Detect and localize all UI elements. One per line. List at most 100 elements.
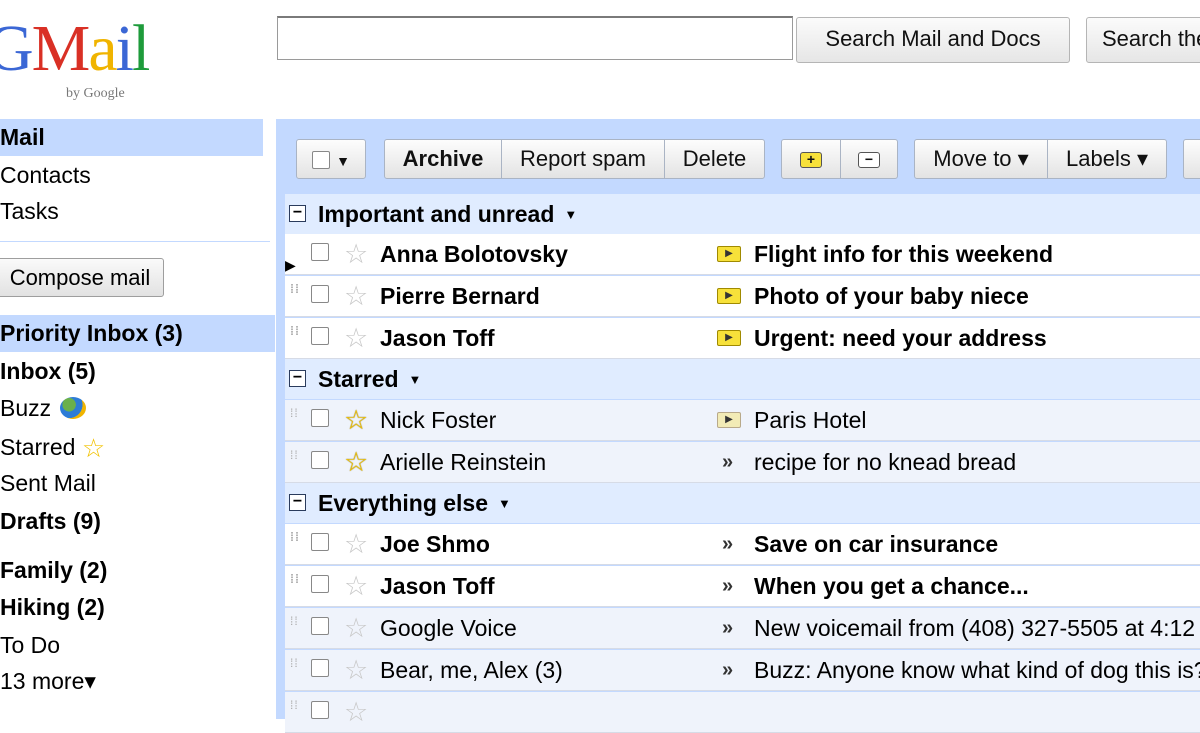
mark-not-important-icon: − — [858, 152, 880, 169]
archive-button[interactable]: Archive — [384, 139, 502, 179]
email-row[interactable]: ▶ ☆ Anna Bolotovsky ▶ Flight info for th… — [285, 234, 1200, 275]
star-icon[interactable]: ☆ — [344, 276, 368, 317]
checkbox-icon[interactable] — [311, 409, 329, 427]
email-row[interactable]: ⁞⁞ ☆ Bear, me, Alex (3) » Buzz: Anyone k… — [285, 650, 1200, 691]
email-row[interactable]: ⁞⁞ ☆ Google Voice » New voicemail from (… — [285, 608, 1200, 649]
drag-handle-icon[interactable]: ⁞⁞ — [290, 699, 299, 711]
nav-buzz[interactable]: Buzz — [0, 395, 86, 422]
labels-button[interactable]: Labels ▾ — [1047, 139, 1167, 179]
email-row[interactable]: ⁞⁞ ☆ Jason Toff ▶ Urgent: need your addr… — [285, 318, 1200, 359]
nav-tasks[interactable]: Tasks — [0, 198, 59, 225]
select-all-dropdown[interactable]: ▼ — [296, 139, 366, 179]
section-important-unread[interactable]: − Important and unread ▼ — [285, 194, 1200, 234]
email-sender: Jason Toff — [380, 325, 495, 351]
search-web-button[interactable]: Search the Web — [1086, 17, 1200, 63]
more-actions-button[interactable] — [1183, 139, 1200, 179]
nav-label-family[interactable]: Family (2) — [0, 557, 107, 584]
chevron-icon[interactable]: » — [722, 524, 733, 565]
drag-handle-icon[interactable]: ⁞⁞ — [290, 325, 300, 337]
section-everything-else[interactable]: − Everything else ▼ — [285, 483, 1200, 523]
mark-important-icon: + — [800, 152, 822, 169]
move-to-button[interactable]: Move to ▾ — [914, 139, 1048, 179]
drag-handle-icon[interactable]: ⁞⁞ — [290, 531, 300, 543]
nav-inbox[interactable]: Inbox (5) — [0, 358, 96, 385]
nav-starred-label: Starred — [0, 434, 76, 460]
mark-important-button[interactable]: + — [781, 139, 841, 179]
search-mail-button[interactable]: Search Mail and Docs — [796, 17, 1070, 63]
checkbox-icon[interactable] — [311, 701, 329, 719]
chevron-down-icon: ▼ — [336, 153, 350, 169]
email-sender: Jason Toff — [380, 573, 495, 599]
star-icon[interactable]: ☆ — [344, 608, 368, 649]
nav-buzz-label: Buzz — [0, 395, 52, 421]
drag-handle-icon[interactable]: ⁞⁞ — [290, 573, 300, 585]
nav-priority-inbox[interactable]: Priority Inbox (3) — [0, 320, 183, 347]
chevron-icon[interactable]: » — [722, 442, 733, 483]
email-subject: When you get a chance... — [754, 573, 1029, 599]
checkbox-icon[interactable] — [311, 575, 329, 593]
important-marker-icon[interactable]: ▶ — [717, 412, 741, 428]
chevron-icon[interactable]: » — [722, 608, 733, 649]
drag-handle-icon[interactable]: ⁞⁞ — [290, 657, 299, 669]
mark-not-important-button[interactable]: − — [840, 139, 898, 179]
checkbox-icon[interactable] — [311, 285, 329, 303]
report-spam-button[interactable]: Report spam — [501, 139, 665, 179]
star-icon[interactable]: ☆ — [344, 566, 368, 607]
drag-handle-icon[interactable]: ⁞⁞ — [290, 407, 299, 419]
nav-label-hiking[interactable]: Hiking (2) — [0, 594, 105, 621]
email-subject: Flight info for this weekend — [754, 241, 1053, 267]
nav-drafts[interactable]: Drafts (9) — [0, 508, 101, 535]
email-row[interactable]: ⁞⁞ ☆ — [285, 692, 1200, 733]
important-marker-icon[interactable]: ▶ — [717, 246, 741, 262]
email-subject: Save on car insurance — [754, 531, 999, 557]
star-icon[interactable]: ☆ — [344, 234, 368, 275]
email-sender: Bear, me, Alex (3) — [380, 657, 563, 683]
drag-handle-icon[interactable]: ⁞⁞ — [290, 283, 300, 295]
checkbox-icon[interactable] — [311, 451, 329, 469]
star-icon[interactable]: ☆ — [344, 318, 368, 359]
nav-label-todo[interactable]: To Do — [0, 632, 60, 659]
chevron-icon[interactable]: » — [722, 650, 733, 691]
email-subject: Paris Hotel — [754, 407, 867, 433]
checkbox-icon[interactable] — [311, 327, 329, 345]
email-sender: Joe Shmo — [380, 531, 490, 557]
drag-handle-icon[interactable]: ⁞⁞ — [290, 615, 299, 627]
checkbox-icon[interactable] — [311, 243, 329, 261]
important-marker-icon[interactable]: ▶ — [717, 288, 741, 304]
email-row[interactable]: ⁞⁞ ☆ Nick Foster ▶ Paris Hotel — [285, 400, 1200, 441]
email-sender: Pierre Bernard — [380, 283, 540, 309]
delete-button[interactable]: Delete — [664, 139, 765, 179]
section-title: Everything else — [318, 490, 489, 516]
email-sender: Arielle Reinstein — [380, 449, 547, 475]
email-row[interactable]: ⁞⁞ ☆ Pierre Bernard ▶ Photo of your baby… — [285, 276, 1200, 317]
checkbox-icon[interactable] — [311, 617, 329, 635]
section-starred[interactable]: − Starred ▼ — [285, 359, 1200, 399]
chevron-icon[interactable]: » — [722, 566, 733, 607]
email-row[interactable]: ⁞⁞ ☆ Joe Shmo » Save on car insurance — [285, 524, 1200, 565]
star-icon[interactable]: ☆ — [344, 400, 368, 441]
email-row[interactable]: ⁞⁞ ☆ Arielle Reinstein » recipe for no k… — [285, 442, 1200, 483]
nav-starred[interactable]: Starred ☆ — [0, 433, 105, 464]
star-icon[interactable]: ☆ — [344, 650, 368, 691]
nav-contacts[interactable]: Contacts — [0, 162, 91, 189]
important-marker-icon[interactable]: ▶ — [717, 330, 741, 346]
nav-divider — [0, 241, 270, 242]
nav-sent-mail[interactable]: Sent Mail — [0, 470, 96, 497]
email-sender: Google Voice — [380, 615, 517, 641]
nav-mail[interactable]: Mail — [0, 124, 45, 151]
email-row[interactable]: ⁞⁞ ☆ Jason Toff » When you get a chance.… — [285, 566, 1200, 607]
star-icon[interactable]: ☆ — [344, 524, 368, 565]
email-subject: Photo of your baby niece — [754, 283, 1029, 309]
star-icon[interactable]: ☆ — [344, 692, 368, 733]
drag-handle-icon[interactable]: ⁞⁞ — [290, 449, 299, 461]
checkbox-icon[interactable] — [311, 659, 329, 677]
star-icon[interactable]: ☆ — [344, 442, 368, 483]
collapse-icon: − — [289, 494, 306, 511]
gmail-logo[interactable]: GMail by Google — [0, 14, 156, 104]
logo-wordmark: GMail — [0, 12, 150, 85]
email-sender: Nick Foster — [380, 407, 497, 433]
compose-mail-button[interactable]: Compose mail — [0, 258, 164, 297]
checkbox-icon[interactable] — [311, 533, 329, 551]
search-input[interactable] — [277, 16, 793, 60]
nav-more-labels[interactable]: 13 more▾ — [0, 668, 96, 695]
